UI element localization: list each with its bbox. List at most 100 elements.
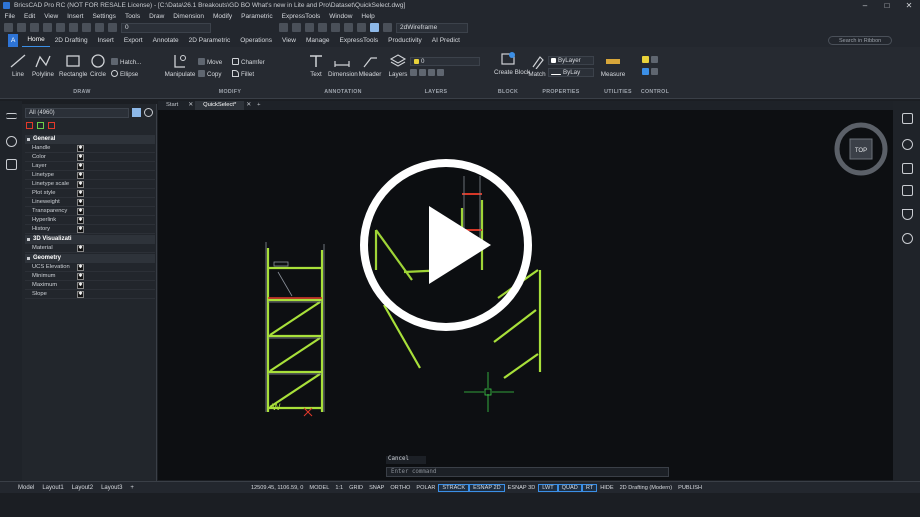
layer-state-icon[interactable]	[95, 23, 104, 32]
ribbon-search-input[interactable]: Search in Ribbon	[828, 36, 892, 45]
properties-panel-icon[interactable]	[6, 113, 17, 119]
toolbar-icon-g[interactable]	[357, 23, 366, 32]
menu-tools[interactable]: Tools	[120, 13, 144, 20]
copy-button[interactable]: Copy	[198, 70, 221, 78]
circle-button[interactable]: Circle	[89, 53, 107, 78]
status-esnap-3d[interactable]: ESNAP 3D	[505, 485, 539, 491]
layout-tab-model[interactable]: Model	[14, 482, 38, 494]
layers-button[interactable]: Layers	[388, 53, 408, 78]
video-play-button[interactable]	[357, 156, 535, 334]
color-combo[interactable]: ByLayer	[548, 56, 594, 65]
workspace-selector[interactable]: 2D Drafting (Modern)	[617, 485, 676, 491]
selection-dropdown[interactable]: All (4960)	[25, 108, 129, 118]
doc-tab-start[interactable]: Start	[158, 101, 186, 110]
property-row[interactable]: Linetype ✱	[25, 171, 155, 180]
save-icon[interactable]	[30, 23, 39, 32]
property-row[interactable]: Hyperlink ✱	[25, 216, 155, 225]
add-tab-icon[interactable]: +	[253, 101, 264, 110]
command-input[interactable]: Enter command	[386, 467, 669, 477]
property-row[interactable]: Lineweight ✱	[25, 198, 155, 207]
status-strack[interactable]: STRACK	[438, 483, 470, 492]
maximize-button[interactable]: □	[876, 0, 898, 11]
structure-panel-icon[interactable]	[6, 159, 17, 170]
layers-panel-icon[interactable]	[902, 113, 913, 124]
menu-edit[interactable]: Edit	[19, 13, 39, 20]
property-row[interactable]: Slope ✱	[25, 290, 155, 299]
layout-tab-3[interactable]: Layout3	[97, 482, 126, 494]
mleader-button[interactable]: Mleader	[358, 53, 382, 78]
property-row[interactable]: History ✱	[25, 225, 155, 234]
toolbar-icon-f[interactable]	[344, 23, 353, 32]
hatch-button[interactable]: Hatch...	[111, 58, 141, 66]
fillet-button[interactable]: Fillet	[232, 70, 254, 78]
control-tools-2[interactable]	[642, 68, 660, 76]
text-button[interactable]: Text	[306, 53, 326, 78]
tab-2d-parametric[interactable]: 2D Parametric	[184, 34, 236, 47]
property-row[interactable]: Maximum ✱	[25, 281, 155, 290]
new-file-icon[interactable]	[4, 23, 13, 32]
close-tab-icon[interactable]: ✕	[186, 101, 195, 110]
menu-expresstools[interactable]: ExpressTools	[277, 13, 325, 20]
settings-icon[interactable]	[144, 108, 153, 117]
status-model[interactable]: MODEL	[306, 485, 332, 491]
property-row[interactable]: Color ✱	[25, 153, 155, 162]
grid-icon[interactable]	[902, 185, 913, 196]
menu-dimension[interactable]: Dimension	[169, 13, 209, 20]
close-tab-icon[interactable]: ✕	[244, 101, 253, 110]
property-row[interactable]: UCS Elevation ✱	[25, 263, 155, 272]
linetype-combo[interactable]: ByLay	[548, 68, 594, 77]
save-as-icon[interactable]	[43, 23, 52, 32]
property-row[interactable]: Linetype scale ✱	[25, 180, 155, 189]
tab-manage[interactable]: Manage	[301, 34, 335, 47]
menu-insert[interactable]: Insert	[63, 13, 88, 20]
property-row[interactable]: Plot style ✱	[25, 189, 155, 198]
menu-window[interactable]: Window	[325, 13, 357, 20]
lightbulb-icon[interactable]	[6, 136, 17, 147]
attach-icon[interactable]	[902, 139, 913, 150]
tab-insert[interactable]: Insert	[93, 34, 119, 47]
toolbar-icon-h[interactable]	[383, 23, 392, 32]
tab-operations[interactable]: Operations	[235, 34, 277, 47]
visual-style-icon[interactable]	[370, 23, 379, 32]
visual-style-dropdown[interactable]: 2dWireframe	[396, 22, 468, 33]
tab-export[interactable]: Export	[119, 34, 148, 47]
property-row[interactable]: Material ✱	[25, 244, 155, 253]
library-icon[interactable]	[902, 163, 913, 174]
publish-button[interactable]: PUBLISH	[675, 485, 705, 491]
menu-file[interactable]: File	[0, 13, 19, 20]
select-filter-icon[interactable]	[26, 122, 33, 129]
minimize-button[interactable]: –	[854, 0, 876, 11]
redo-icon[interactable]	[82, 23, 91, 32]
layout-tab-1[interactable]: Layout1	[38, 482, 67, 494]
select-add-icon[interactable]	[37, 122, 44, 129]
layer-dropdown[interactable]: 0	[121, 22, 211, 33]
menu-view[interactable]: View	[40, 13, 63, 20]
measure-button[interactable]: Measure	[600, 53, 626, 78]
tab-ai-predict[interactable]: AI Predict	[427, 34, 465, 47]
layout-tab-2[interactable]: Layout2	[68, 482, 97, 494]
move-button[interactable]: Move	[198, 58, 222, 66]
status-polar[interactable]: POLAR	[413, 485, 438, 491]
match-button[interactable]: Match	[528, 53, 546, 78]
create-block-button[interactable]: Create Block	[494, 51, 530, 76]
cloud-icon[interactable]	[902, 233, 913, 244]
tab-expresstools[interactable]: ExpressTools	[334, 34, 383, 47]
control-tools[interactable]	[642, 56, 660, 64]
property-row[interactable]: Transparency ✱	[25, 207, 155, 216]
open-file-icon[interactable]	[17, 23, 26, 32]
undo-icon[interactable]	[69, 23, 78, 32]
menu-help[interactable]: Help	[357, 13, 379, 20]
ellipse-button[interactable]: Ellipse	[111, 70, 138, 78]
menu-modify[interactable]: Modify	[209, 13, 237, 20]
status-esnap-2d[interactable]: ESNAP 2D	[469, 483, 505, 492]
doc-tab-quickselect[interactable]: QuickSelect*	[195, 101, 245, 110]
category-3d-visualization[interactable]: 3D Visualizati	[25, 235, 155, 244]
status-quad[interactable]: QUAD	[557, 483, 582, 492]
manipulate-button[interactable]: Manipulate	[164, 53, 196, 78]
toolbar-icon-a[interactable]	[279, 23, 288, 32]
rectangle-button[interactable]: Rectangle	[59, 53, 87, 78]
status-hide[interactable]: HIDE	[597, 485, 616, 491]
print-icon[interactable]	[56, 23, 65, 32]
status-rt[interactable]: RT	[581, 483, 598, 492]
tab-2d-drafting[interactable]: 2D Drafting	[50, 34, 93, 47]
